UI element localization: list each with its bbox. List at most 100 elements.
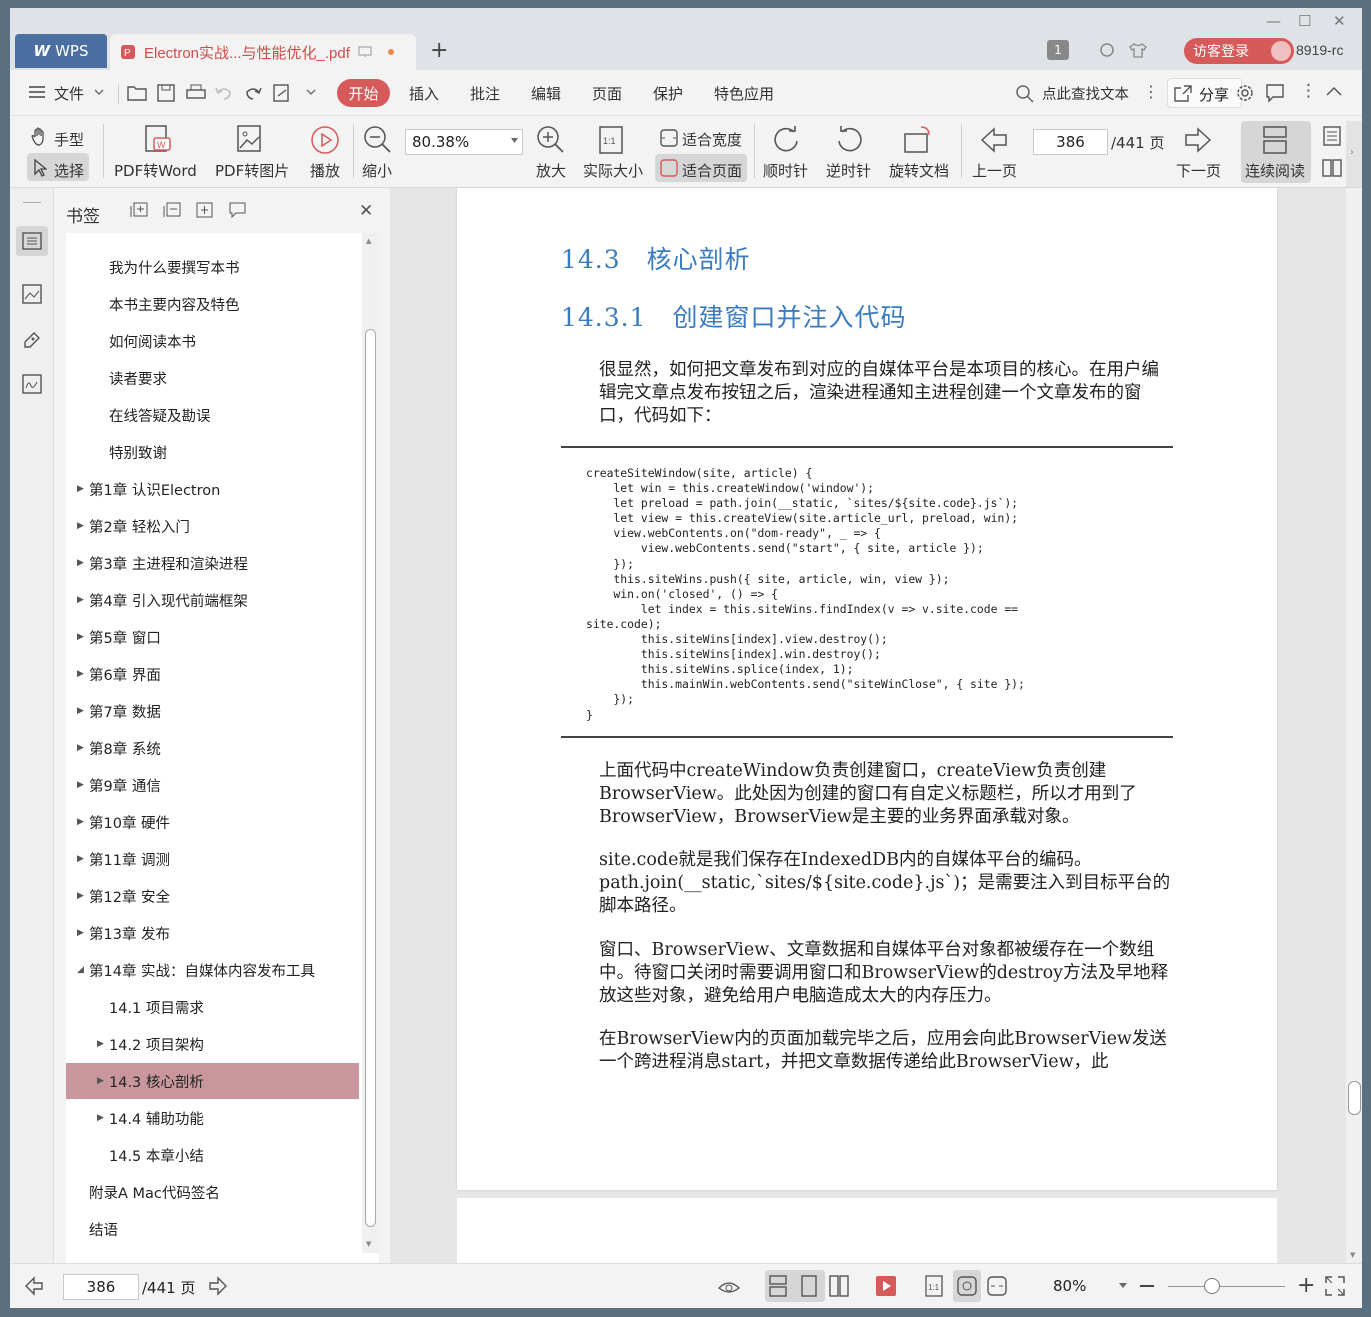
redo-icon[interactable] — [244, 84, 262, 102]
two-page-icon[interactable] — [1322, 158, 1342, 178]
bookmark-item[interactable]: ▶ 第12章 安全 — [66, 878, 359, 914]
tab-edit[interactable]: 编辑 — [531, 83, 561, 104]
shirt-icon[interactable] — [1129, 42, 1147, 58]
status-fit-page-icon[interactable] — [956, 1275, 978, 1297]
bookmark-item[interactable]: 14.5 本章小结 — [66, 1137, 359, 1173]
pdf-to-word-icon[interactable]: W — [142, 124, 172, 154]
close-panel-icon[interactable]: ✕ — [359, 201, 373, 221]
bookmark-item[interactable]: ▶ 第5章 窗口 — [66, 619, 359, 655]
bookmark-item[interactable]: ▶ 14.4 辅助功能 — [66, 1100, 359, 1136]
fullscreen-icon[interactable] — [1325, 1276, 1345, 1296]
open-folder-icon[interactable] — [127, 84, 147, 102]
bookmark-item[interactable]: ▶ 第3章 主进程和渲染进程 — [66, 545, 359, 581]
bookmark-item[interactable]: ▶ 第6章 界面 — [66, 656, 359, 692]
cursor-icon[interactable] — [33, 159, 47, 177]
bookmark-item[interactable]: 结语 — [66, 1211, 359, 1247]
bookmark-item[interactable]: ▶ 第7章 数据 — [66, 693, 359, 729]
minimize-icon[interactable]: — — [1266, 12, 1281, 30]
next-page-button[interactable]: 下一页 — [1176, 160, 1221, 181]
tab-page[interactable]: 页面 — [592, 83, 622, 104]
bookmark-item[interactable]: 读者要求 — [66, 360, 359, 396]
bookmark-item[interactable]: 附录A Mac代码签名 — [66, 1174, 359, 1210]
collapsed-arrow-icon[interactable]: ▶ — [97, 1076, 104, 1086]
collapsed-arrow-icon[interactable]: ▶ — [77, 743, 84, 753]
search-text-field[interactable]: 点此查找文本 — [1042, 83, 1129, 104]
select-tool-button[interactable]: 选择 — [54, 160, 84, 181]
zoom-out-icon[interactable] — [363, 125, 393, 155]
zoom-dropdown-icon[interactable] — [1119, 1283, 1127, 1288]
annotation-icon[interactable] — [22, 330, 42, 350]
thumbnail-icon[interactable] — [22, 284, 42, 304]
document-scroll-thumb[interactable] — [1348, 1081, 1361, 1115]
search-icon[interactable] — [1015, 84, 1035, 104]
collapse-all-icon[interactable] — [163, 202, 181, 218]
zoom-select[interactable]: 80.38% — [405, 129, 523, 155]
bookmark-list-icon[interactable] — [22, 232, 42, 250]
expanded-arrow-icon[interactable]: ◢ — [77, 965, 84, 975]
fit-width-icon[interactable] — [660, 129, 678, 147]
pdf-to-image-icon[interactable] — [236, 124, 264, 154]
export-icon[interactable] — [273, 84, 291, 102]
collapsed-arrow-icon[interactable]: ▶ — [77, 595, 84, 605]
rotate-document-icon[interactable] — [903, 124, 933, 154]
eye-protect-icon[interactable] — [718, 1276, 740, 1296]
bookmark-item[interactable]: ◢ 第14章 实战：自媒体内容发布工具 — [66, 952, 359, 988]
zoom-slider-track[interactable] — [1168, 1286, 1285, 1287]
tab-insert[interactable]: 插入 — [409, 83, 439, 104]
signature-icon[interactable] — [22, 374, 42, 394]
bookmark-item[interactable]: ▶ 第1章 认识Electron — [66, 471, 359, 507]
share-button[interactable]: 分享 — [1167, 78, 1242, 108]
status-page-input[interactable]: 386 — [63, 1274, 139, 1300]
fit-page-button[interactable]: 适合页面 — [682, 160, 742, 181]
more-vertical-icon[interactable]: ⋮ — [1143, 82, 1159, 101]
status-zoom-value[interactable]: 80% — [1053, 1277, 1086, 1295]
bookmark-item[interactable]: 14.1 项目需求 — [66, 989, 359, 1025]
hand-tool-button[interactable]: 手型 — [54, 129, 84, 150]
zoom-out-button[interactable]: 缩小 — [362, 160, 392, 181]
prev-page-button[interactable]: 上一页 — [972, 160, 1017, 181]
bookmark-scrollbar[interactable]: ▲ ▼ — [362, 233, 379, 1253]
rotate-clockwise-button[interactable]: 顺时针 — [763, 160, 808, 181]
skin-icon[interactable] — [1099, 42, 1115, 58]
add-bookmark-icon[interactable] — [196, 202, 214, 218]
settings-icon[interactable] — [1235, 83, 1255, 103]
collapsed-arrow-icon[interactable]: ▶ — [77, 669, 84, 679]
view-continuous-icon[interactable] — [768, 1275, 788, 1297]
save-icon[interactable] — [157, 84, 175, 102]
document-scrollbar[interactable]: ▼ — [1346, 188, 1362, 1263]
collapsed-arrow-icon[interactable]: ▶ — [77, 521, 84, 531]
bookmark-item[interactable]: ▶ 第11章 调测 — [66, 841, 359, 877]
hand-tool-icon[interactable] — [30, 127, 50, 147]
play-button[interactable]: 播放 — [310, 160, 340, 181]
document-viewport[interactable]: 14.3 核心剖析 14.3.1 创建窗口并注入代码 很显然，如何把文章发布到对… — [390, 188, 1346, 1263]
bookmark-item[interactable]: 如何阅读本书 — [66, 323, 359, 359]
actual-size-button[interactable]: 实际大小 — [583, 160, 643, 181]
more-options-icon[interactable]: ⋮ — [1300, 81, 1317, 101]
wps-home-tab[interactable]: W WPS — [15, 34, 107, 68]
print-icon[interactable] — [186, 84, 206, 102]
undo-icon[interactable] — [215, 84, 233, 102]
collapsed-arrow-icon[interactable]: ▶ — [77, 706, 84, 716]
close-window-icon[interactable]: ✕ — [1333, 12, 1346, 30]
rotate-counter-icon[interactable] — [834, 125, 864, 155]
tab-start[interactable]: 开始 — [337, 79, 390, 107]
status-zoom-in-icon[interactable]: + — [1297, 1273, 1315, 1298]
hamburger-icon[interactable] — [28, 85, 46, 99]
bookmark-item[interactable]: ▶ 第10章 硬件 — [66, 804, 359, 840]
view-single-icon[interactable] — [799, 1275, 819, 1297]
collapsed-arrow-icon[interactable]: ▶ — [77, 854, 84, 864]
document-tab[interactable]: P Electron实战...与性能优化_.pdf — [110, 34, 416, 70]
collapsed-arrow-icon[interactable]: ▶ — [77, 558, 84, 568]
continuous-read-icon[interactable] — [1262, 126, 1288, 154]
collapsed-arrow-icon[interactable]: ▶ — [77, 484, 84, 494]
prev-page-icon[interactable] — [980, 127, 1008, 153]
status-prev-page-icon[interactable] — [24, 1276, 44, 1296]
collapsed-arrow-icon[interactable]: ▶ — [77, 780, 84, 790]
collapsed-arrow-icon[interactable]: ▶ — [77, 891, 84, 901]
rotate-document-button[interactable]: 旋转文档 — [889, 160, 949, 181]
zoom-in-button[interactable]: 放大 — [536, 160, 566, 181]
next-page-icon[interactable] — [1184, 127, 1212, 153]
fit-page-icon[interactable] — [660, 159, 678, 177]
bookmark-item[interactable]: ▶ 第2章 轻松入门 — [66, 508, 359, 544]
collapse-ribbon-icon[interactable] — [1326, 86, 1342, 96]
